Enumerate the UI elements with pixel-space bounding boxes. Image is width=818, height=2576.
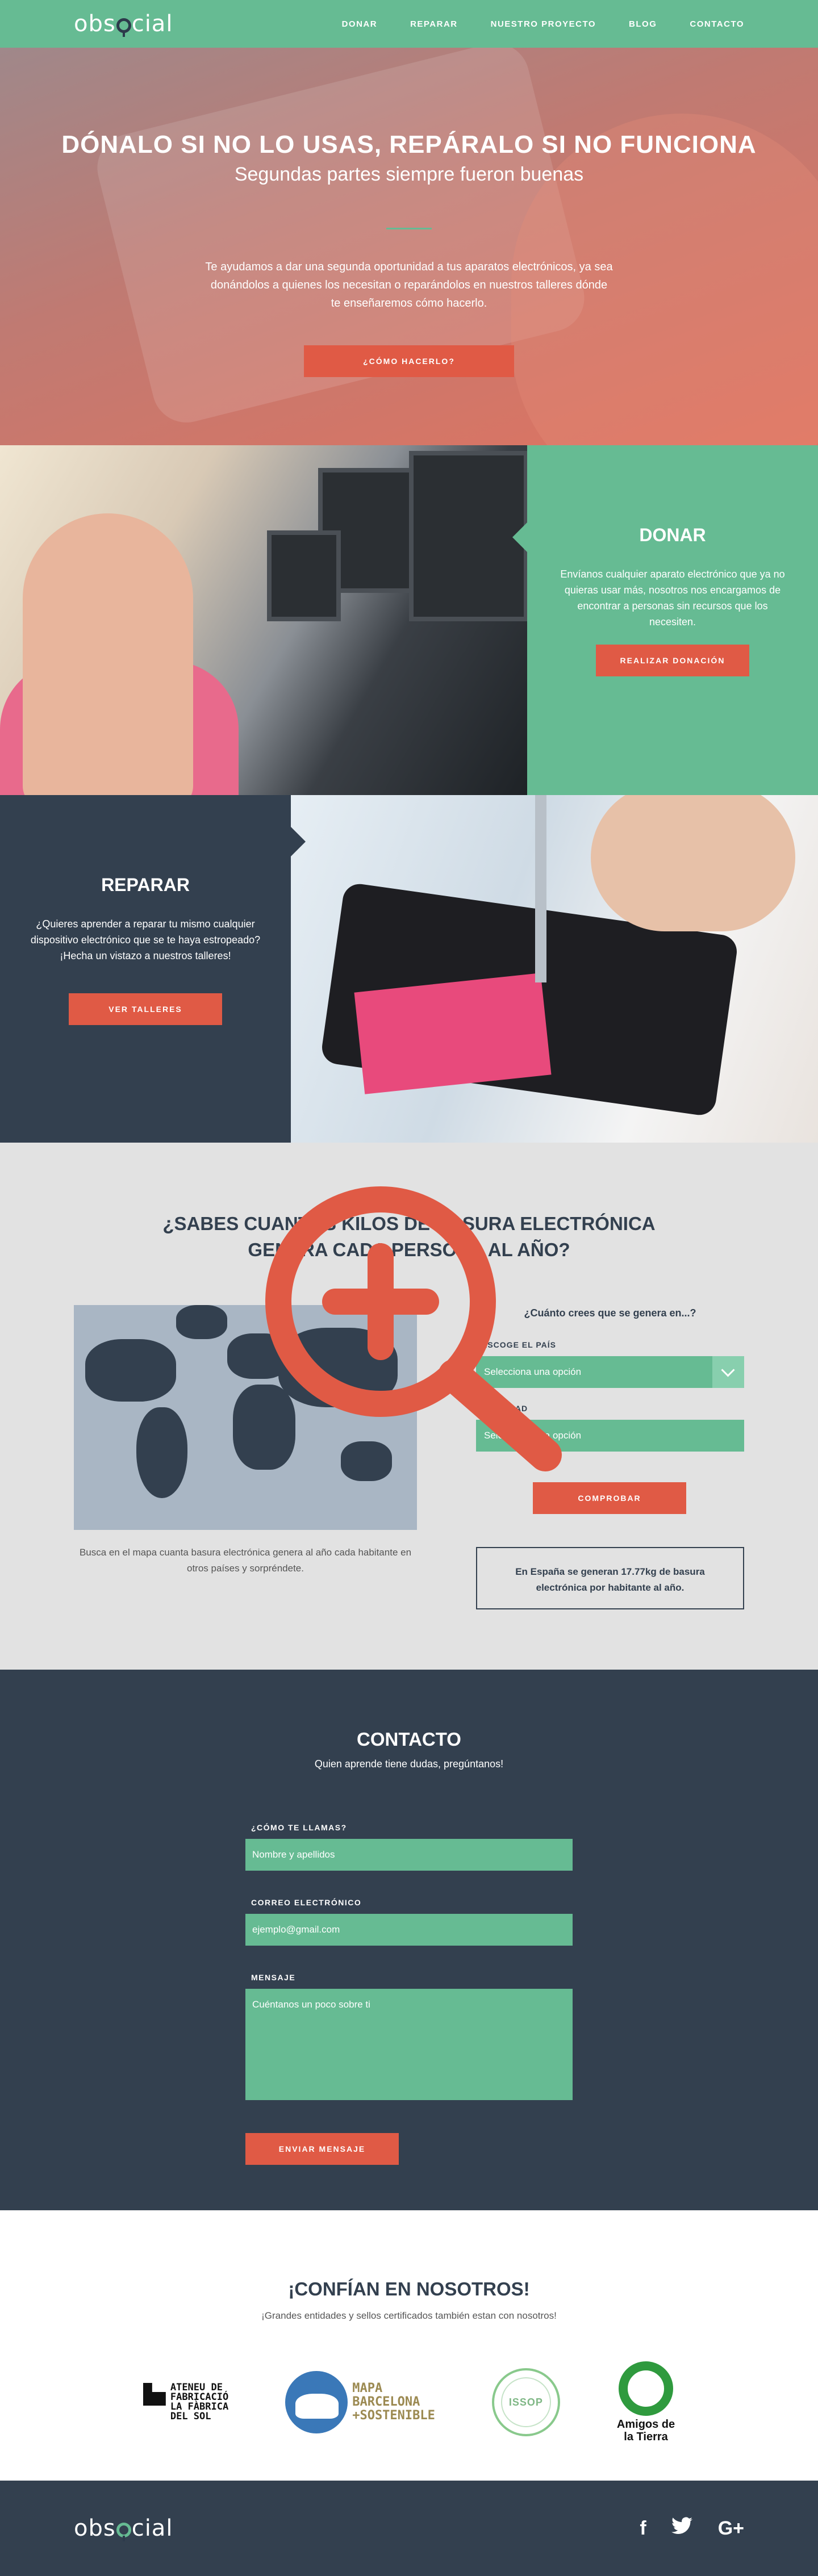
monitor-image — [267, 530, 341, 621]
reparar-text: ¿Quieres aprender a reparar tu mismo cua… — [30, 918, 261, 961]
name-label: ¿CÓMO TE LLAMAS? — [251, 1823, 347, 1832]
chevron-down-icon[interactable] — [712, 1356, 744, 1388]
monitor-image — [409, 451, 527, 621]
hero-subtitle: Segundas partes siempre fueron buenas — [234, 164, 584, 185]
donar-title: DONAR — [639, 525, 706, 545]
nav-item-proyecto[interactable]: NUESTRO PROYECTO — [491, 19, 596, 29]
nav-links: DONAR REPARAR NUESTRO PROYECTO BLOG CONT… — [342, 19, 744, 29]
logo-o-icon — [116, 18, 131, 37]
top-nav: obs cial DONAR REPARAR NUESTRO PROYECTO B… — [0, 0, 818, 48]
issop-seal[interactable]: ISSOP — [491, 2368, 560, 2436]
partner-logos: ATENEU DE FABRICACIÓ LA FÀBRICA DEL SOL … — [0, 2361, 818, 2443]
logo-o-icon — [116, 2523, 131, 2541]
nav-item-reparar[interactable]: REPARAR — [410, 19, 458, 29]
reparar-title: REPARAR — [101, 875, 190, 895]
how-to-button[interactable]: ¿CÓMO HACERLO? — [304, 345, 514, 377]
nav-item-blog[interactable]: BLOG — [629, 19, 657, 29]
amigos-ring-icon — [619, 2361, 674, 2416]
nav-item-contacto[interactable]: CONTACTO — [690, 19, 744, 29]
map-australia[interactable] — [341, 1441, 392, 1481]
screwdriver-image — [535, 795, 546, 982]
footer: obs cial f G+ — [0, 2481, 818, 2576]
hero-title: DÓNALO SI NO LO USAS, REPÁRALO SI NO FUN… — [61, 131, 757, 158]
map-africa[interactable] — [233, 1385, 295, 1470]
contact-form: ¿CÓMO TE LLAMAS? Nombre y apellidos CORR… — [245, 1823, 573, 2165]
country-label: ESCOGE EL PAÍS — [482, 1340, 556, 1349]
workshops-button[interactable]: VER TALLERES — [69, 993, 222, 1025]
nav-item-donar[interactable]: DONAR — [342, 19, 378, 29]
amount-select-value: Selecciona una opción — [484, 1430, 582, 1441]
contact-section: CONTACTO Quien aprende tiene dudas, preg… — [0, 1670, 818, 2210]
email-label: CORREO ELECTRÓNICO — [251, 1898, 362, 1907]
partners-subtitle: ¡Grandes entidades y sellos certificados… — [261, 2310, 557, 2321]
country-select[interactable]: Selecciona una opción — [476, 1356, 744, 1388]
twitter-icon[interactable] — [671, 2516, 693, 2540]
message-field[interactable]: Cuéntanos un poco sobre ti — [245, 1989, 573, 2100]
hero-section: DÓNALO SI NO LO USAS, REPÁRALO SI NO FUN… — [0, 0, 818, 445]
ateneu-logo-text: ATENEU DE FABRICACIÓ LA FÀBRICA DEL SOL — [170, 2382, 229, 2422]
mapa-barcelona-logo[interactable]: MAPA BARCELONA +SOSTENIBLE — [285, 2371, 435, 2433]
ateneu-mark-icon — [143, 2383, 166, 2406]
globe-icon — [285, 2371, 348, 2433]
map-asia[interactable] — [278, 1328, 398, 1407]
amigos-logo-text: Amigos de la Tierra — [616, 2418, 675, 2443]
hero-text: Te ayudamos a dar una segunda oportunida… — [205, 261, 613, 310]
site-logo[interactable]: obs cial — [74, 11, 173, 37]
footer-logo[interactable]: obs cial — [74, 2515, 173, 2541]
reparar-section: REPARAR ¿Quieres aprender a reparar tu m… — [0, 795, 818, 1143]
mapa-logo-text: MAPA BARCELONA +SOSTENIBLE — [352, 2381, 435, 2423]
map-greenland[interactable] — [176, 1305, 227, 1339]
hero-divider — [386, 228, 432, 229]
quiz-question: ¿Cuánto crees que se genera en...? — [524, 1307, 696, 1319]
logo-text-start: obs — [74, 11, 116, 37]
donar-text: Envíanos cualquier aparato electrónico q… — [560, 568, 785, 628]
quiz-section: ¿SABES CUANTOS KILOS DE BASURA ELECTRÓNI… — [0, 1143, 818, 1670]
send-message-button[interactable]: ENVIAR MENSAJE — [245, 2133, 399, 2165]
social-links: f G+ — [640, 2516, 744, 2540]
kids-computers-photo — [0, 445, 527, 795]
footer-logo-text-start: obs — [74, 2515, 116, 2541]
quiz-title: ¿SABES CUANTOS KILOS DE BASURA ELECTRÓNI… — [0, 1211, 818, 1263]
quiz-title-line1: ¿SABES CUANTOS KILOS DE BASURA ELECTRÓNI… — [162, 1213, 656, 1234]
result-box: En España se generan 17.77kg de basura e… — [476, 1547, 744, 1609]
fingers-image — [591, 795, 795, 931]
check-button[interactable]: COMPROBAR — [533, 1482, 686, 1514]
map-south-america[interactable] — [136, 1407, 187, 1498]
donate-button[interactable]: REALIZAR DONACIÓN — [596, 645, 749, 676]
country-select-value: Selecciona una opción — [484, 1366, 582, 1377]
footer-logo-text-end: cial — [131, 2515, 173, 2541]
contact-subtitle: Quien aprende tiene dudas, pregúntanos! — [314, 1758, 504, 1770]
reparar-panel: REPARAR ¿Quieres aprender a reparar tu m… — [0, 795, 306, 1143]
donar-panel: DONAR Envíanos cualquier aparato electró… — [512, 445, 818, 795]
map-north-america[interactable] — [85, 1339, 176, 1402]
ateneu-logo[interactable]: ATENEU DE FABRICACIÓ LA FÀBRICA DEL SOL — [143, 2383, 228, 2422]
amigos-tierra-logo[interactable]: Amigos de la Tierra — [617, 2361, 675, 2443]
map-caption: Busca en el mapa cuanta basura electróni… — [79, 1547, 412, 1574]
amount-select[interactable]: Selecciona una opción — [476, 1420, 744, 1452]
phone-repair-photo — [291, 795, 818, 1143]
girl-image — [23, 513, 193, 795]
name-field[interactable]: Nombre y apellidos — [245, 1839, 573, 1871]
partners-section: ¡CONFÍAN EN NOSOTROS! ¡Grandes entidades… — [0, 2210, 818, 2481]
contact-title: CONTACTO — [357, 1729, 461, 1750]
amount-label: CANTIDAD — [482, 1404, 528, 1413]
message-label: MENSAJE — [251, 1973, 296, 1982]
pink-screen-image — [354, 973, 552, 1094]
email-field[interactable]: ejemplo@gmail.com — [245, 1914, 573, 1946]
donar-section: DONAR Envíanos cualquier aparato electró… — [0, 445, 818, 795]
quiz-title-line2: GENERA CADA PERSONA AL AÑO? — [248, 1239, 570, 1260]
partners-title: ¡CONFÍAN EN NOSOTROS! — [288, 2278, 530, 2299]
world-map[interactable] — [74, 1305, 417, 1530]
google-plus-icon[interactable]: G+ — [718, 2518, 744, 2540]
logo-text-end: cial — [131, 11, 173, 37]
facebook-icon[interactable]: f — [640, 2518, 646, 2540]
